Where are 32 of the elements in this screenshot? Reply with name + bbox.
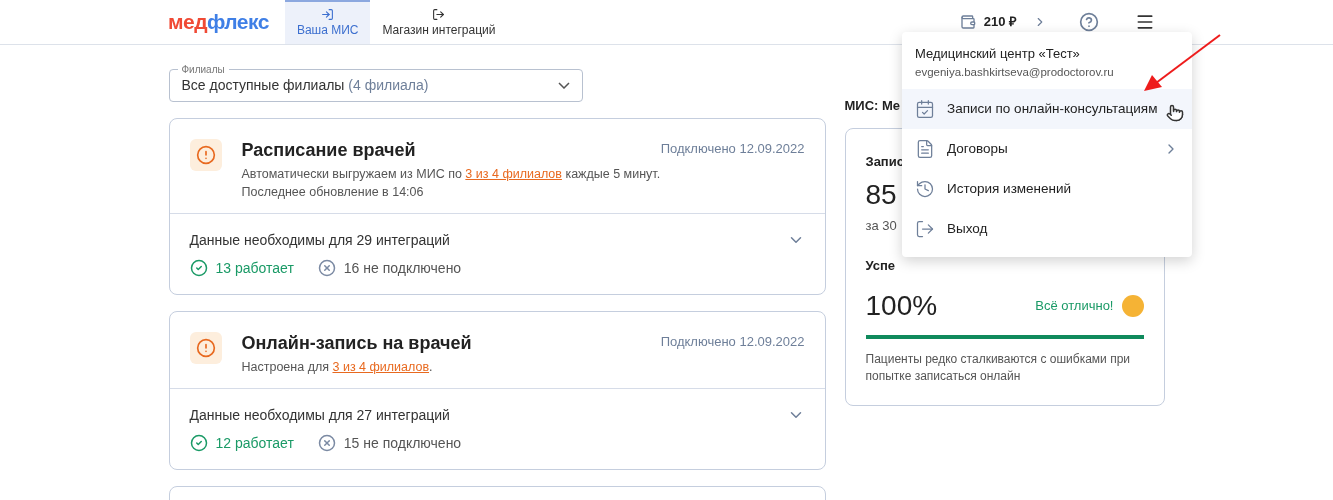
menu-item[interactable]: Договоры (902, 128, 1192, 169)
period-text: за 30 (865, 218, 897, 233)
update-note: Последнее обновление в 14:06 (241, 184, 425, 201)
card-description: Автоматически выгружаем из МИС по 3 из 4 филиалов каждые 5 минут. (241, 166, 662, 183)
menu-item[interactable]: Записи по онлайн-консультациям (902, 88, 1192, 129)
working-count: 13 работает (215, 259, 294, 278)
success-percent: 100% (865, 289, 938, 323)
logo-text[interactable]: медфлекс (168, 6, 269, 38)
not-connected-count: 15 не подключено (343, 434, 462, 453)
status-text: Всё отлично! (1035, 297, 1114, 316)
mis-heading: МИС: Ме (844, 98, 901, 113)
menu-item[interactable]: Выход (902, 208, 1192, 249)
not-connected-count: 16 не подключено (343, 259, 462, 278)
connected-date: Подключено 12.09.2022 (660, 140, 805, 158)
connected-date: Подключено 12.09.2022 (660, 333, 805, 351)
success-note: Пациенты редко сталкиваются с ошибками при попытке записаться онлайн (865, 351, 1131, 385)
appointments-count: 85 (865, 179, 897, 210)
nav-tab[interactable]: Ваша МИС (284, 0, 371, 44)
card-title: Онлайн-запись на врачей (241, 332, 472, 354)
organization-name: Медицинский центр «Тест» (915, 45, 1081, 63)
account-email: evgeniya.bashkirtseva@prodoctorov.ru (915, 64, 1115, 80)
needs-text: Данные необходимы для 29 интеграций (189, 231, 450, 250)
menu-item[interactable]: История изменений (902, 168, 1192, 209)
nav-tab[interactable]: Магазин интеграций (370, 0, 508, 44)
stats-title: Запис (865, 154, 904, 169)
needs-text: Данные необходимы для 27 интеграций (189, 406, 450, 425)
success-title: Успе (865, 258, 896, 273)
card-description: Настроена для 3 из 4 филиалов. (241, 359, 434, 376)
working-count: 12 работает (215, 434, 294, 453)
balance-amount: 210 ₽ (983, 13, 1017, 32)
card-title: Расписание врачей (241, 139, 416, 161)
select-value: Все доступные филиалы (4 филиала) (181, 76, 429, 95)
